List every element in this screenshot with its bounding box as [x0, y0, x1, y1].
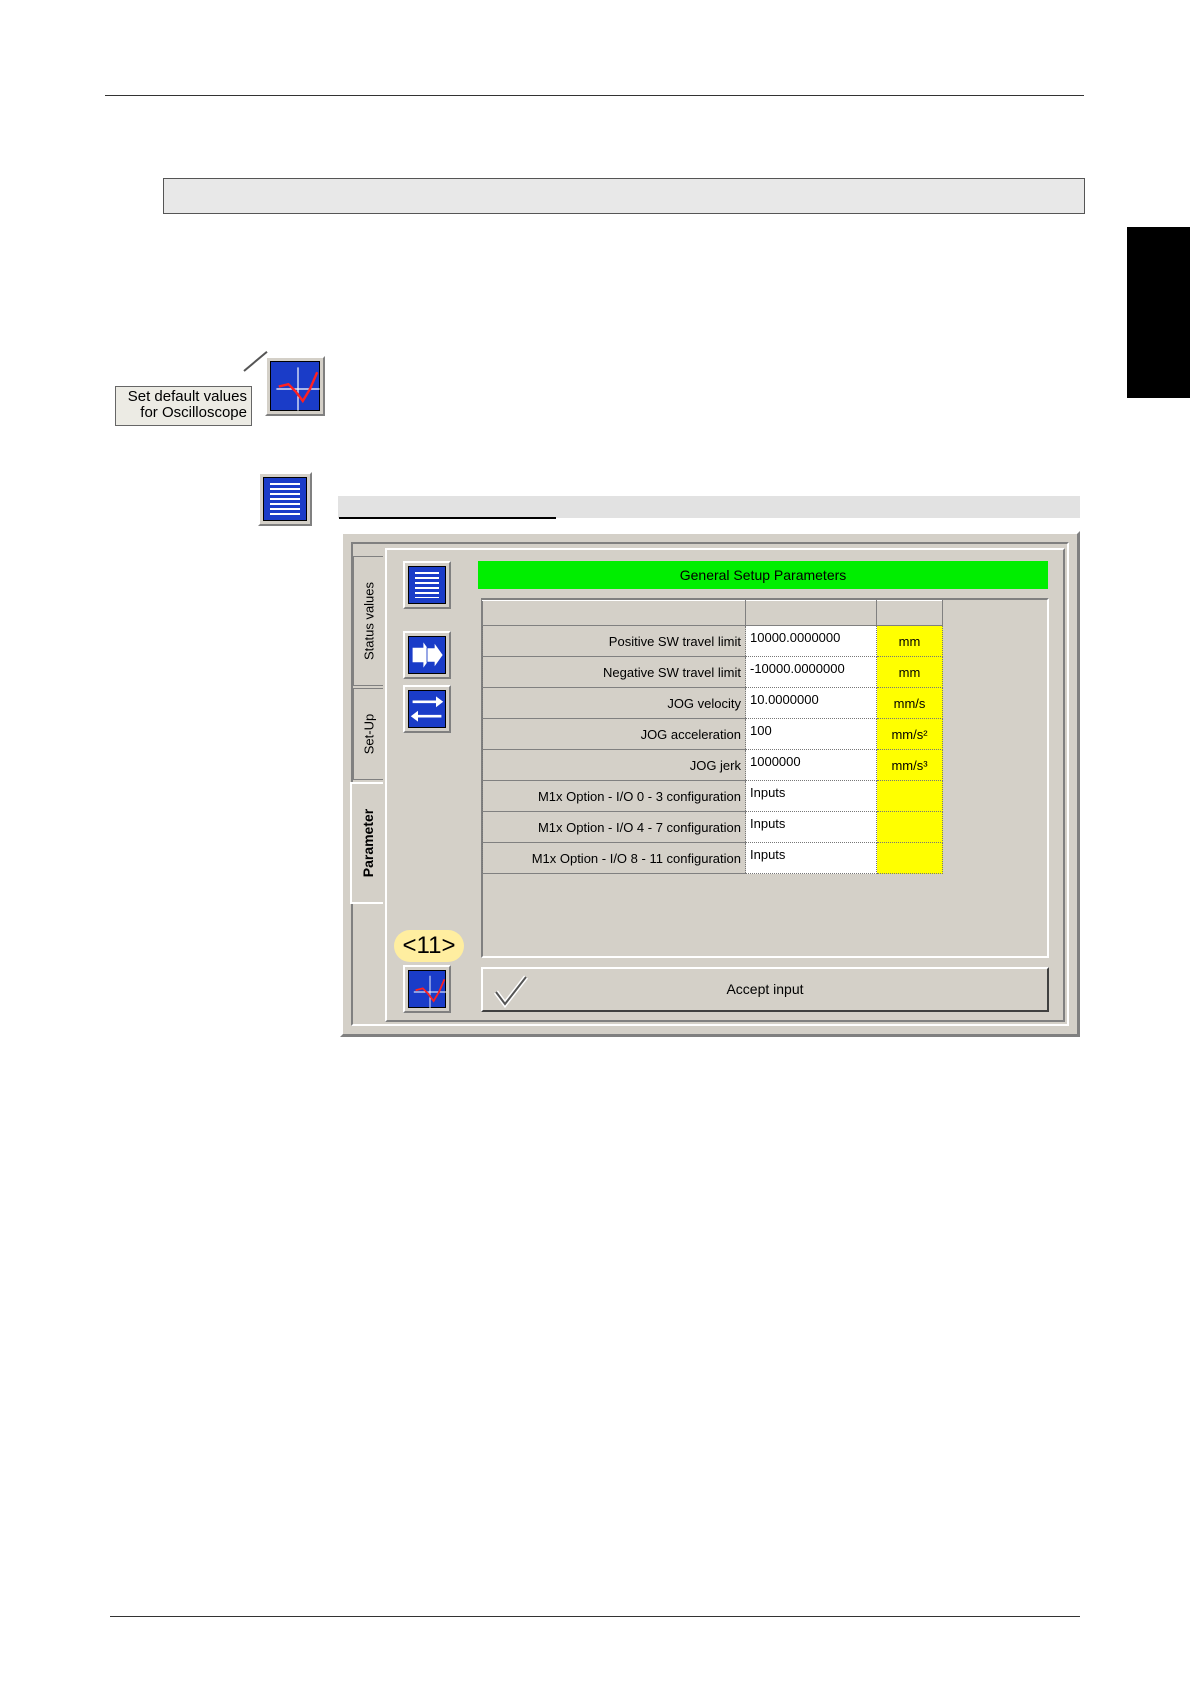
tab-parameter[interactable]: Parameter	[350, 782, 383, 904]
transfer-button[interactable]	[403, 631, 451, 679]
table-row: Negative SW travel limit -10000.0000000 …	[482, 656, 943, 688]
param-unit: mm/s²	[876, 718, 943, 750]
param-value-select[interactable]: Inputs	[745, 842, 877, 874]
param-name: M1x Option - I/O 8 - 11 configuration	[482, 842, 746, 874]
set-default-oscilloscope-button[interactable]	[265, 356, 325, 416]
table-row: JOG jerk 1000000 mm/s³	[482, 749, 943, 781]
accept-input-label: Accept input	[726, 981, 804, 997]
table-row: M1x Option - I/O 0 - 3 configuration Inp…	[482, 780, 943, 812]
panel-title: General Setup Parameters	[478, 561, 1048, 589]
param-name: JOG jerk	[482, 749, 746, 781]
chapter-tab-marker	[1127, 227, 1190, 398]
table-row: M1x Option - I/O 4 - 7 configuration Inp…	[482, 811, 943, 843]
oscilloscope-callout: Set default values for Oscilloscope	[115, 386, 252, 426]
section-bar	[163, 178, 1085, 214]
tab-parameter-label: Parameter	[359, 808, 376, 878]
param-unit: mm/s	[876, 687, 943, 719]
param-unit: mm	[876, 625, 943, 657]
header-rule	[105, 95, 1084, 96]
param-unit	[876, 811, 943, 843]
param-unit	[876, 780, 943, 812]
table-header-row	[482, 600, 943, 626]
tab-set-up-label: Set-Up	[361, 713, 376, 755]
param-value-input[interactable]: 10000.0000000	[745, 625, 877, 657]
param-unit	[876, 842, 943, 874]
vertical-tab-strip: Status values Set-Up Parameter	[350, 548, 383, 1018]
tab-status-values-label: Status values	[361, 581, 376, 661]
param-name: JOG acceleration	[482, 718, 746, 750]
callout-arrow	[243, 350, 268, 372]
param-unit: mm	[876, 656, 943, 688]
param-value-select[interactable]: Inputs	[745, 811, 877, 843]
callout-line-2: for Oscilloscope	[140, 404, 247, 421]
parameter-list-button[interactable]	[258, 472, 312, 526]
table-row: M1x Option - I/O 8 - 11 configuration In…	[482, 842, 943, 874]
header-cell-unit	[876, 600, 943, 626]
table-row: JOG acceleration 100 mm/s²	[482, 718, 943, 750]
list-button[interactable]	[403, 561, 451, 609]
oscilloscope-icon	[408, 970, 447, 1009]
transfer-icon	[408, 636, 446, 674]
param-value-input[interactable]: 100	[745, 718, 877, 750]
window-caption-bar	[338, 496, 1080, 518]
param-name: Positive SW travel limit	[482, 625, 746, 657]
swap-icon	[408, 690, 446, 728]
parameter-table: Positive SW travel limit 10000.0000000 m…	[482, 600, 943, 874]
footer-rule	[110, 1616, 1080, 1617]
table-row: Positive SW travel limit 10000.0000000 m…	[482, 625, 943, 657]
param-name: M1x Option - I/O 4 - 7 configuration	[482, 811, 746, 843]
param-name: M1x Option - I/O 0 - 3 configuration	[482, 780, 746, 812]
table-row: JOG velocity 10.0000000 mm/s	[482, 687, 943, 719]
swap-button[interactable]	[403, 685, 451, 733]
param-value-input[interactable]: 10.0000000	[745, 687, 877, 719]
param-name: Negative SW travel limit	[482, 656, 746, 688]
oscilloscope-icon	[270, 361, 320, 411]
param-value-input[interactable]: 1000000	[745, 749, 877, 781]
param-value-input[interactable]: -10000.0000000	[745, 656, 877, 688]
oscilloscope-button[interactable]	[403, 965, 451, 1013]
accept-input-button[interactable]: Accept input	[481, 967, 1049, 1012]
param-name: JOG velocity	[482, 687, 746, 719]
header-cell-value	[745, 600, 877, 626]
callout-line-1: Set default values	[127, 388, 247, 405]
param-value-select[interactable]: Inputs	[745, 780, 877, 812]
list-icon	[263, 477, 307, 521]
list-icon	[408, 566, 446, 604]
header-cell-name	[482, 600, 746, 626]
tab-set-up[interactable]: Set-Up	[353, 688, 383, 780]
step-counter-badge: <11>	[394, 930, 464, 962]
window-caption-underline	[339, 517, 556, 519]
tab-status-values[interactable]: Status values	[353, 556, 383, 686]
param-unit: mm/s³	[876, 749, 943, 781]
